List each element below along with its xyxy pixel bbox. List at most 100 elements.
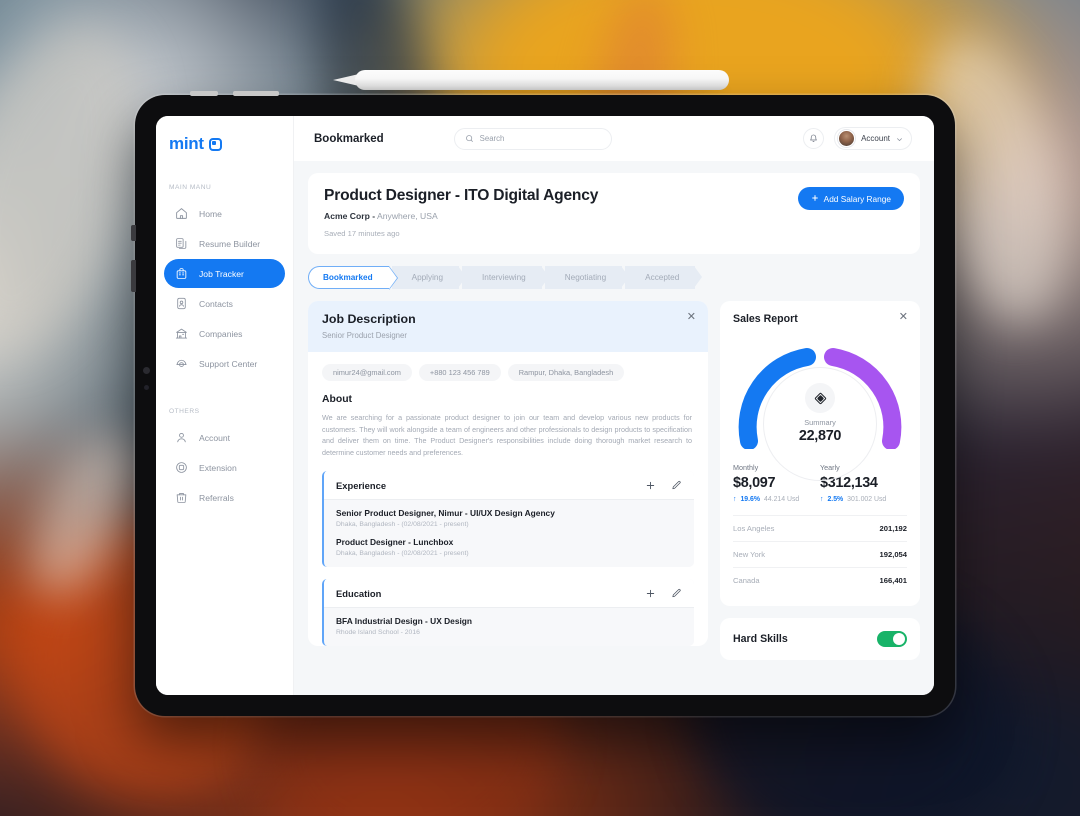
job-description-card: Job Description Senior Product Designer … [308,301,708,646]
device-camera [143,367,150,374]
education-card: Education BFA Industrial Design - UX Des… [322,578,694,646]
experience-header: Experience [324,470,694,500]
stat-delta-arrow: ↑ [820,496,824,503]
sidebar-item-resume-builder[interactable]: Resume Builder [164,229,285,258]
logo-text: mint [169,134,204,153]
experience-entry-meta: Dhaka, Bangladesh - (02/08/2021 - presen… [336,520,469,528]
chip-address: Rampur, Dhaka, Bangladesh [507,364,625,381]
search-icon [465,130,474,148]
stat-delta: ↑ 19.6% 44.214 Usd [733,496,820,503]
job-header-text: Product Designer - ITO Digital Agency Ac… [324,187,598,238]
edit-education-button[interactable] [671,588,682,599]
notifications-button[interactable] [803,128,825,149]
add-salary-range-button[interactable]: Add Salary Range [797,187,904,210]
sales-report-title: Sales Report [733,313,798,325]
chip-phone: +880 123 456 789 [418,364,501,381]
diamond-icon [805,383,835,413]
job-company: Acme Corp - [324,211,376,221]
right-column: Sales Report ✕ Summary 22,870 Monthly $8… [720,301,920,660]
gauge-center: Summary 22,870 [733,383,907,444]
step-interviewing[interactable]: Interviewing [462,266,549,289]
app-logo[interactable]: mint [156,130,293,154]
close-icon[interactable]: ✕ [899,312,908,323]
left-column: Job Description Senior Product Designer … [308,301,708,660]
gift-icon [174,491,188,505]
region-list: Los Angeles 201,192 New York 192,054 Can… [733,515,907,593]
sidebar-item-contacts[interactable]: Contacts [164,289,285,318]
sidebar-item-extension[interactable]: Extension [164,453,285,482]
edit-experience-button[interactable] [671,480,682,491]
topbar-right: Account [803,127,912,150]
lifebuoy-icon [174,357,188,371]
add-education-button[interactable] [645,588,656,599]
sidebar: mint MAIN MANU Home Resume Builder Job T… [156,116,294,695]
add-salary-range-label: Add Salary Range [823,193,891,204]
content-canvas: Product Designer - ITO Digital Agency Ac… [294,161,934,695]
briefcase-building-icon [174,267,188,281]
stat-delta-sub: 44.214 Usd [764,496,800,503]
step-bookmarked[interactable]: Bookmarked [308,266,398,290]
job-location: Anywhere, USA [377,211,438,221]
document-copy-icon [174,237,188,251]
sidebar-item-label: Referrals [199,492,234,503]
application-stage-stepper: Bookmarked Applying Interviewing Negotia… [308,266,920,290]
tablet-device-frame: mint MAIN MANU Home Resume Builder Job T… [131,91,955,716]
sidebar-item-label: Companies [199,328,243,339]
hard-skills-toggle[interactable] [877,631,907,647]
sidebar-item-account[interactable]: Account [164,423,285,452]
close-icon[interactable]: ✕ [687,312,696,323]
bell-icon [809,130,818,148]
device-top-button [233,91,279,96]
region-value: 166,401 [879,576,907,585]
search-input[interactable] [479,134,601,143]
device-sensor [144,385,149,390]
device-volume-button [131,225,136,241]
job-header-card: Product Designer - ITO Digital Agency Ac… [308,173,920,254]
sidebar-item-companies[interactable]: Companies [164,319,285,348]
job-title: Product Designer - ITO Digital Agency [324,187,599,204]
stat-delta-value: 19.6% [740,496,760,503]
topbar: Bookmarked Account [294,116,934,161]
sidebar-item-home[interactable]: Home [164,199,285,228]
education-actions [645,588,682,599]
experience-card: Experience Senior Product Designer, Nimu… [322,470,694,567]
experience-entry-meta: Dhaka, Bangladesh - (02/08/2021 - presen… [336,549,469,557]
search-box[interactable] [453,127,612,150]
sidebar-item-label: Extension [199,462,237,473]
region-value: 201,192 [879,524,907,533]
gauge-label: Summary [804,418,836,427]
step-accepted[interactable]: Accepted [625,266,703,289]
step-negotiating[interactable]: Negotiating [544,266,630,289]
sidebar-item-job-tracker[interactable]: Job Tracker [164,259,285,288]
education-header: Education [324,578,694,608]
job-description-subtitle: Senior Product Designer [322,331,407,340]
sidebar-other-nav: Account Extension Referrals [156,423,293,512]
sidebar-section-others-label: OTHERS [169,408,200,415]
avatar [838,130,856,147]
gauge-chart: Summary 22,870 [733,337,907,481]
contact-chips: nimur24@gmail.com +880 123 456 789 Rampu… [308,352,708,381]
device-volume-button [131,260,136,292]
sidebar-item-referrals[interactable]: Referrals [164,483,285,512]
job-description-title: Job Description [322,312,416,326]
sidebar-item-label: Support Center [199,358,258,369]
region-row: Canada 166,401 [733,567,907,593]
stylus-body [355,70,729,90]
contact-card-icon [174,297,188,311]
region-name: New York [733,550,766,559]
sidebar-item-label: Account [199,432,231,443]
account-menu-button[interactable]: Account [834,127,912,150]
puzzle-circle-icon [174,461,188,475]
experience-entries: Senior Product Designer, Nimur - UI/UX D… [324,500,694,567]
sidebar-item-label: Home [199,208,222,219]
device-top-button [190,91,218,96]
columns: Job Description Senior Product Designer … [308,301,920,660]
step-applying[interactable]: Applying [391,266,467,289]
sidebar-item-support-center[interactable]: Support Center [164,349,285,378]
region-row: New York 192,054 [733,541,907,567]
add-experience-button[interactable] [645,480,656,491]
sidebar-item-label: Contacts [199,298,233,309]
education-title: Education [336,587,382,599]
chip-email: nimur24@gmail.com [322,364,412,381]
education-entry-title: BFA Industrial Design - UX Design [336,615,473,626]
